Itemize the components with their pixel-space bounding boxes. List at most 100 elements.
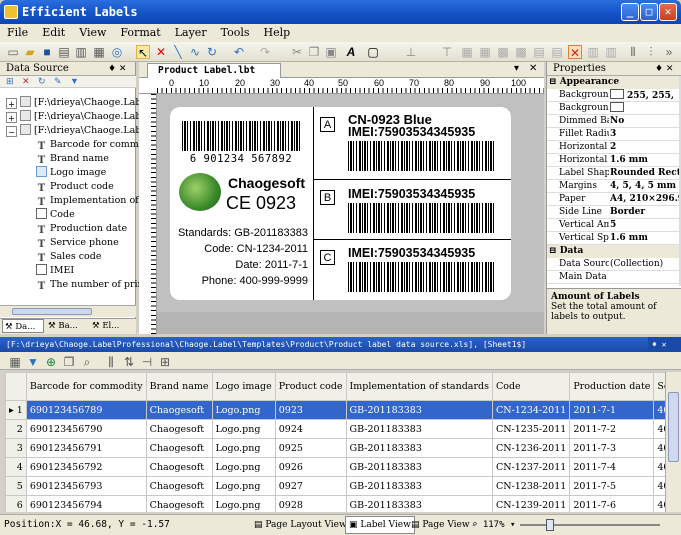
- grid-column-header[interactable]: Service phone: [653, 372, 665, 401]
- order-icon[interactable]: ⊤: [440, 45, 454, 59]
- table-cell[interactable]: 0927: [274, 476, 347, 496]
- table-cell[interactable]: 690123456790: [25, 419, 147, 439]
- globe-logo-icon[interactable]: [179, 173, 221, 211]
- date-text[interactable]: Date: 2011-7-1: [174, 257, 308, 273]
- field-service-phone[interactable]: T Service phone: [36, 236, 119, 250]
- table-cell[interactable]: Logo.png: [211, 495, 276, 512]
- copy-icon[interactable]: ❐: [307, 45, 321, 59]
- align-right-icon[interactable]: ▥: [604, 45, 618, 59]
- grid-column-header[interactable]: Logo image: [211, 372, 276, 401]
- field-number-of-prints[interactable]: T The number of prints: [36, 278, 153, 292]
- zoom-slider-thumb[interactable]: [546, 519, 554, 531]
- table-cell[interactable]: 400-999-9999: [653, 476, 665, 496]
- table-cell[interactable]: 400-999-9999: [653, 438, 665, 458]
- table-cell[interactable]: Logo.png: [211, 400, 276, 420]
- add-source-icon[interactable]: ⊞: [6, 76, 14, 87]
- grid-column-header[interactable]: [5, 372, 27, 401]
- table-row[interactable]: 4 690123456792 Chaogesoft Logo.png 0926 GB-20…: [5, 457, 665, 477]
- curve-tool-icon[interactable]: ∿: [188, 45, 202, 59]
- code-text[interactable]: Code: CN-1234-2011: [174, 241, 308, 257]
- section-a-barcode[interactable]: [348, 141, 494, 171]
- field-product-code[interactable]: T Product code: [36, 180, 114, 194]
- grid-vertical-scrollbar[interactable]: [665, 372, 681, 512]
- delete-icon[interactable]: ✕: [154, 45, 168, 59]
- section-b-imei[interactable]: IMEI:75903534345935: [348, 187, 475, 201]
- grid-layout-icon[interactable]: ⊣: [140, 355, 154, 369]
- distribute-icon[interactable]: ⫴: [626, 45, 640, 59]
- row-number[interactable]: 4: [5, 457, 27, 477]
- table-row[interactable]: 5 690123456793 Chaogesoft Logo.png 0927 GB-20…: [5, 476, 665, 496]
- settings-icon[interactable]: ◎: [110, 45, 124, 59]
- new-file-icon[interactable]: ▭: [6, 45, 20, 59]
- prop-row[interactable]: Horizontal A2: [547, 141, 679, 154]
- prop-row[interactable]: Background 255, 255,: [547, 89, 679, 102]
- group-icon[interactable]: ▦: [460, 45, 474, 59]
- table-cell[interactable]: 400-999-9999: [653, 457, 665, 477]
- prop-row[interactable]: Side Line Border: [547, 206, 679, 219]
- table-cell[interactable]: CN-1234-2011: [491, 400, 571, 420]
- grid-table-icon[interactable]: ▦: [8, 355, 22, 369]
- ean-barcode[interactable]: [182, 121, 300, 151]
- table-cell[interactable]: 0924: [274, 419, 347, 439]
- grid-filter-icon[interactable]: ▼: [26, 355, 40, 369]
- grid-column-header[interactable]: Product code: [274, 372, 347, 401]
- document-tab[interactable]: Product Label.lbt: [147, 63, 281, 78]
- grid-insert-icon[interactable]: ⊕: [44, 355, 58, 369]
- prop-row[interactable]: Background: [547, 102, 679, 115]
- table-cell[interactable]: 2011-7-1: [569, 400, 655, 420]
- table-cell[interactable]: 2011-7-3: [569, 438, 655, 458]
- tab-data-source[interactable]: ⚒ Da...: [2, 319, 44, 333]
- maximize-button[interactable]: □: [640, 3, 658, 21]
- path-bar-controls[interactable]: ♦ ✕: [648, 337, 681, 352]
- print-icon[interactable]: ▤: [57, 45, 71, 59]
- table-cell[interactable]: 0925: [274, 438, 347, 458]
- menu-format[interactable]: Format: [113, 24, 167, 42]
- field-logo-image[interactable]: Logo image: [36, 166, 106, 180]
- field-brand-name[interactable]: T Brand name: [36, 152, 109, 166]
- rectangle-tool-icon[interactable]: ▢: [366, 45, 380, 59]
- page-layout-view-button[interactable]: ▤ Page Layout View: [254, 515, 347, 535]
- expand-icon[interactable]: +: [6, 112, 17, 123]
- menu-tools[interactable]: Tools: [214, 24, 257, 42]
- field-production-date[interactable]: T Production date: [36, 222, 127, 236]
- panel-pin-close[interactable]: ♦ ✕: [108, 62, 126, 76]
- table-cell[interactable]: Logo.png: [211, 438, 276, 458]
- horizontal-scrollbar[interactable]: [0, 305, 136, 317]
- table-cell[interactable]: 2011-7-4: [569, 457, 655, 477]
- table-cell[interactable]: Logo.png: [211, 457, 276, 477]
- section-c-imei[interactable]: IMEI:75903534345935: [348, 246, 475, 260]
- toolbar-more-icon[interactable]: »: [662, 45, 676, 59]
- table-cell[interactable]: 400-999-9999: [653, 400, 665, 420]
- align-left-icon[interactable]: ▥: [586, 45, 600, 59]
- table-cell[interactable]: 2011-7-2: [569, 419, 655, 439]
- prop-row[interactable]: Vertical Spa 1.6 mm: [547, 232, 679, 245]
- prop-row[interactable]: Horizontal S1.6 mm: [547, 154, 679, 167]
- table-cell[interactable]: CN-1237-2011: [491, 457, 571, 477]
- data-category[interactable]: ⊟ Data: [547, 245, 679, 258]
- table-row[interactable]: ▸ 1 690123456789 Chaogesoft Logo.png 0923 GB-…: [5, 400, 665, 420]
- rotate-tool-icon[interactable]: ↻: [205, 45, 219, 59]
- prop-row[interactable]: Main Data S: [547, 271, 679, 284]
- grid-column-header[interactable]: Production date: [569, 372, 655, 401]
- row-number[interactable]: 5: [5, 476, 27, 496]
- grid-column-header[interactable]: Code: [491, 372, 571, 401]
- grid-column-header[interactable]: Implementation of standards: [345, 372, 493, 401]
- space-icon[interactable]: ⫶: [644, 45, 658, 59]
- pointer-tool-icon[interactable]: ↖: [136, 45, 150, 60]
- unlock-icon[interactable]: ▤: [550, 45, 564, 59]
- table-cell[interactable]: 2011-7-6: [569, 495, 655, 512]
- menu-help[interactable]: Help: [257, 24, 298, 42]
- prop-row[interactable]: Margins 4, 5, 4, 5 mm: [547, 180, 679, 193]
- print-preview-icon[interactable]: ▥: [74, 45, 88, 59]
- line-tool-icon[interactable]: ╲: [171, 45, 185, 59]
- field-code[interactable]: Code: [36, 208, 75, 222]
- menu-layer[interactable]: Layer: [168, 24, 214, 42]
- section-a-imei[interactable]: IMEI:75903534345935: [348, 125, 475, 139]
- table-cell[interactable]: 690123456794: [25, 495, 147, 512]
- field-sales-code[interactable]: T Sales code: [36, 250, 102, 264]
- align-icon[interactable]: ⊥: [404, 45, 418, 59]
- table-cell[interactable]: 690123456789: [25, 400, 147, 420]
- export-icon[interactable]: ▦: [92, 45, 106, 59]
- table-cell[interactable]: GB-201183383: [345, 476, 493, 496]
- table-cell[interactable]: 690123456791: [25, 438, 147, 458]
